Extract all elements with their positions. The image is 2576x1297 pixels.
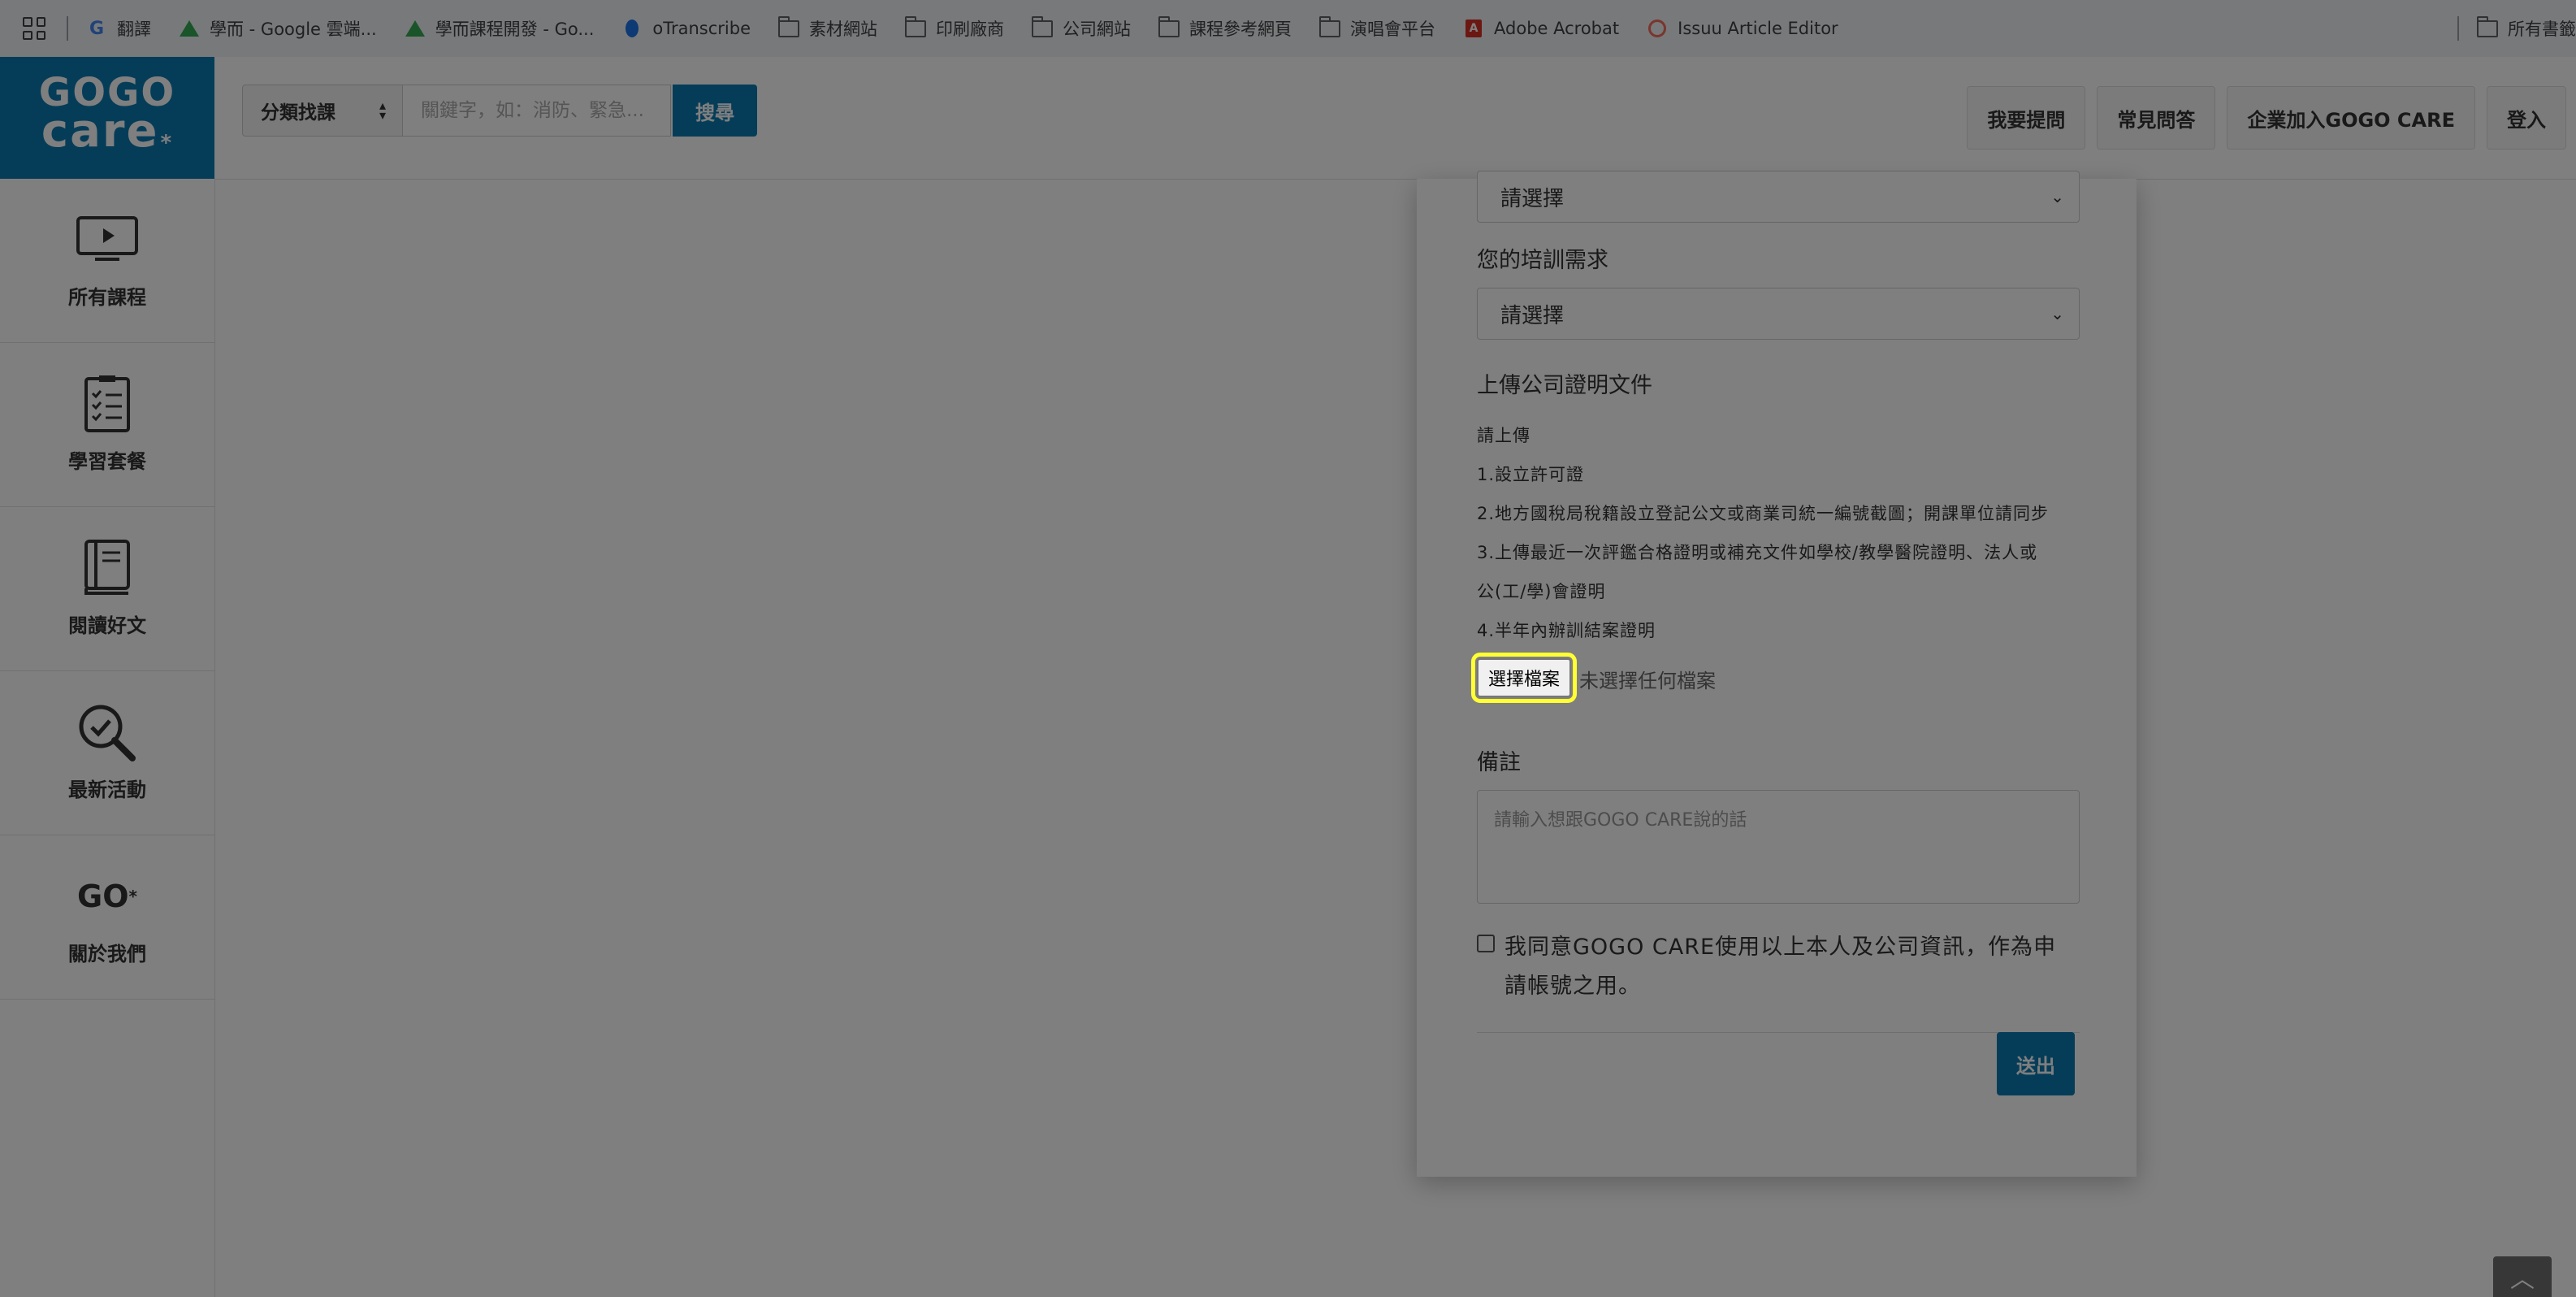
top-nav: 我要提問 常見問答 企業加入GOGO CARE 登入 — [1955, 86, 2566, 150]
category-select[interactable]: 分類找課 ▴ ▾ — [242, 85, 403, 137]
apps-grid-icon[interactable] — [23, 17, 45, 40]
sidebar-item-packages[interactable]: 學習套餐 — [0, 343, 214, 507]
folder-icon — [777, 15, 800, 37]
bookmark-otranscribe[interactable]: oTranscribe — [621, 19, 751, 38]
sort-arrows-icon: ▴ ▾ — [379, 98, 386, 123]
faq-button[interactable]: 常見問答 — [2097, 86, 2216, 150]
remark-label: 備註 — [1477, 750, 1521, 775]
folder-icon — [904, 15, 927, 37]
magnifier-check-icon — [76, 704, 138, 761]
gogocare-logo[interactable]: GOGO care* — [0, 57, 214, 179]
folder-icon — [1158, 15, 1180, 37]
form-divider — [1477, 1032, 2080, 1033]
login-button[interactable]: 登入 — [2487, 86, 2566, 150]
monitor-play-icon — [76, 211, 139, 268]
bookmark-folder-assets[interactable]: 素材網站 — [777, 15, 877, 41]
file-status-text: 未選擇任何檔案 — [1579, 670, 1716, 692]
google-icon: G — [89, 18, 105, 39]
google-drive-icon — [179, 20, 200, 37]
ask-question-button[interactable]: 我要提問 — [1967, 86, 2086, 150]
search-bar: 分類找課 ▴▾ 搜尋 — [242, 85, 757, 137]
sidebar: 所有課程 學習套餐 閱讀好文 最新活動 GO * 關於我們 — [0, 179, 215, 1297]
book-icon — [81, 540, 133, 596]
site-header: GOGO care* 分類找課 ▴▾ 搜尋 我要提問 常見問答 企業加入GOGO… — [0, 57, 2576, 180]
sidebar-item-all-courses[interactable]: 所有課程 — [0, 179, 214, 343]
dim-overlay — [0, 0, 2576, 1297]
sidebar-item-articles[interactable]: 閱讀好文 — [0, 507, 214, 671]
bookmarks-separator — [67, 16, 68, 41]
search-button[interactable]: 搜尋 — [673, 85, 757, 137]
bookmark-drive-1[interactable]: 學而 - Google 雲端... — [179, 16, 377, 41]
bookmark-translate[interactable]: G 翻譯 — [86, 16, 151, 41]
agree-checkbox[interactable] — [1477, 935, 1495, 952]
google-drive-icon — [405, 20, 426, 37]
bookmark-folder-course-ref[interactable]: 課程參考網頁 — [1158, 15, 1292, 41]
go-logo-icon: GO * — [77, 878, 137, 914]
bookmark-folder-print[interactable]: 印刷廠商 — [904, 15, 1004, 41]
folder-icon — [2476, 15, 2498, 37]
sidebar-item-events[interactable]: 最新活動 — [0, 671, 214, 835]
chevron-up-icon: ︿ — [2510, 1265, 2535, 1294]
enterprise-join-button[interactable]: 企業加入GOGO CARE — [2227, 86, 2475, 150]
scroll-to-top-button[interactable]: ︿ — [2493, 1256, 2552, 1297]
folder-icon — [1318, 15, 1341, 37]
bookmarks-separator — [2457, 16, 2459, 41]
agree-text: 我同意GOGO CARE使用以上本人及公司資訊，作為申請帳號之用。 — [1504, 935, 2057, 999]
issuu-icon — [1647, 20, 1668, 37]
highlight-layer: 選擇檔案 未選擇任何檔案 — [1417, 179, 2137, 748]
bookmark-drive-2[interactable]: 學而課程開發 - Go... — [405, 16, 594, 41]
bookmark-acrobat[interactable]: A Adobe Acrobat — [1463, 19, 1619, 38]
bookmark-folder-company[interactable]: 公司網站 — [1031, 15, 1131, 41]
sidebar-item-about[interactable]: GO * 關於我們 — [0, 835, 214, 1000]
folder-icon — [1031, 15, 1054, 37]
submit-button[interactable]: 送出 — [1997, 1032, 2075, 1095]
bookmark-folder-concert[interactable]: 演唱會平台 — [1318, 15, 1435, 41]
search-input[interactable] — [403, 85, 671, 137]
checklist-icon — [83, 375, 132, 432]
choose-file-button[interactable]: 選擇檔案 — [1470, 653, 1578, 703]
adobe-acrobat-icon: A — [1463, 20, 1484, 37]
remark-textarea[interactable]: 請輸入想跟GOGO CARE說的話 — [1477, 790, 2080, 904]
all-bookmarks[interactable]: 所有書籤 — [2476, 15, 2576, 41]
bookmark-issuu[interactable]: Issuu Article Editor — [1647, 19, 1838, 38]
bookmarks-bar: G 翻譯 學而 - Google 雲端... 學而課程開發 - Go... oTr… — [0, 0, 2576, 58]
otranscribe-icon — [621, 20, 643, 37]
